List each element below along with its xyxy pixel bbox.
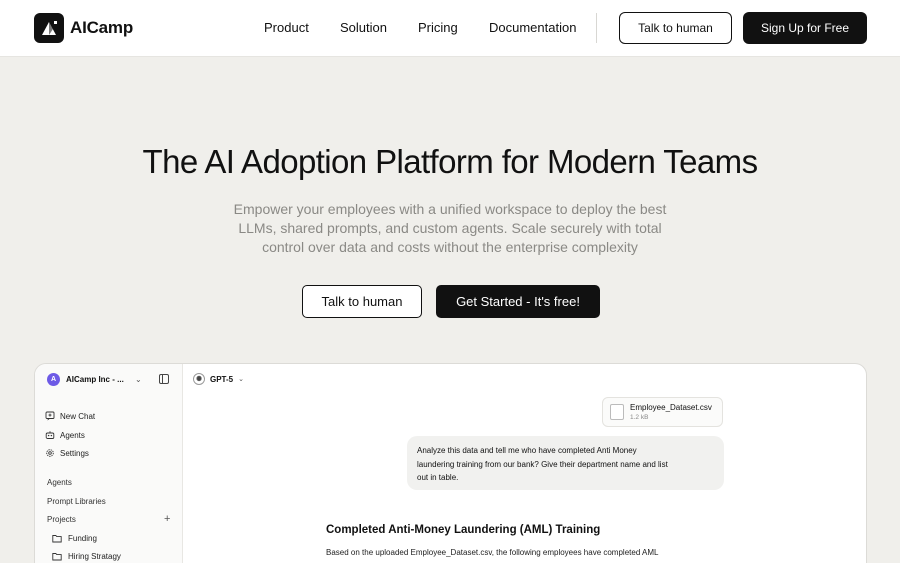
hero-subtitle: Empower your employees with a unified wo… [225,200,675,257]
add-project-icon[interactable]: + [164,514,170,525]
workspace-name: AICamp Inc - ... [66,375,124,384]
nav-pricing[interactable]: Pricing [418,20,458,35]
sidebar-item-label: Agents [60,430,85,440]
hero-talk-button[interactable]: Talk to human [302,285,422,318]
chevron-down-icon[interactable]: ⌄ [135,375,142,384]
attachment-card[interactable]: Employee_Dataset.csv 1.2 kB [602,397,723,427]
project-item[interactable]: Funding [52,534,97,543]
sidebar-item-label: Settings [60,448,89,458]
sidebar-item-new-chat[interactable]: New Chat [45,411,95,421]
workspace-switcher[interactable]: A AICamp Inc - ... [47,373,124,386]
sidebar-section-agents[interactable]: Agents [47,478,72,487]
sidebar-item-settings[interactable]: Settings [45,448,89,458]
talk-to-human-button[interactable]: Talk to human [619,12,732,44]
response-body: Based on the uploaded Employee_Dataset.c… [326,548,659,557]
response-title: Completed Anti-Money Laundering (AML) Tr… [326,524,601,536]
attachment-name: Employee_Dataset.csv [630,403,712,412]
nav-solution[interactable]: Solution [340,20,387,35]
attachment-size: 1.2 kB [630,414,649,421]
nav-divider [596,13,597,43]
project-label: Funding [68,534,97,543]
get-started-button[interactable]: Get Started - It's free! [436,285,600,318]
sign-up-button[interactable]: Sign Up for Free [743,12,867,44]
hero-subtitle-line: LLMs, shared prompts, and custom agents.… [238,220,662,236]
chevron-down-icon: ⌄ [238,376,244,383]
folder-icon [52,553,62,561]
sidebar-item-agents[interactable]: Agents [45,430,85,440]
openai-icon: ✺ [193,373,205,385]
model-name: GPT-5 [210,374,234,384]
sidebar-item-label: New Chat [60,411,96,421]
agents-icon [45,431,55,439]
folder-icon [52,535,62,543]
user-message-line: Analyze this data and tell me who have c… [417,446,637,455]
sidebar-section-prompt-libraries[interactable]: Prompt Libraries [47,497,106,506]
project-label: Hiring Stratagy [68,552,121,561]
user-message-line: laundering training from our bank? Give … [417,459,668,469]
brand-logo[interactable]: AICamp [34,13,133,43]
gear-icon [46,449,54,457]
new-chat-icon [45,411,55,421]
model-selector[interactable]: ✺ GPT-5 ⌄ [193,373,244,385]
user-message-line: out in table. [417,473,459,482]
workspace-avatar: A [47,373,60,386]
nav-documentation[interactable]: Documentation [489,20,576,35]
hero-subtitle-line: control over data and costs without the … [262,239,638,255]
hero-subtitle-line: Empower your employees with a unified wo… [233,201,667,217]
file-icon [610,404,624,420]
project-item[interactable]: Hiring Stratagy [52,552,121,561]
brand-name: AICamp [70,18,134,37]
site-header: AICamp Product Solution Pricing Document… [0,0,900,57]
logo-mark-icon [34,13,64,43]
user-message: Analyze this data and tell me who have c… [407,436,724,490]
nav-product[interactable]: Product [264,20,309,35]
app-preview: A AICamp Inc - ... ⌄ New Chat Agents Set… [34,363,867,563]
app-sidebar: A AICamp Inc - ... ⌄ New Chat Agents Set… [35,364,183,563]
hero-title: The AI Adoption Platform for Modern Team… [142,143,759,180]
sidebar-toggle-icon[interactable] [159,374,169,384]
sidebar-section-projects[interactable]: Projects [47,515,76,524]
